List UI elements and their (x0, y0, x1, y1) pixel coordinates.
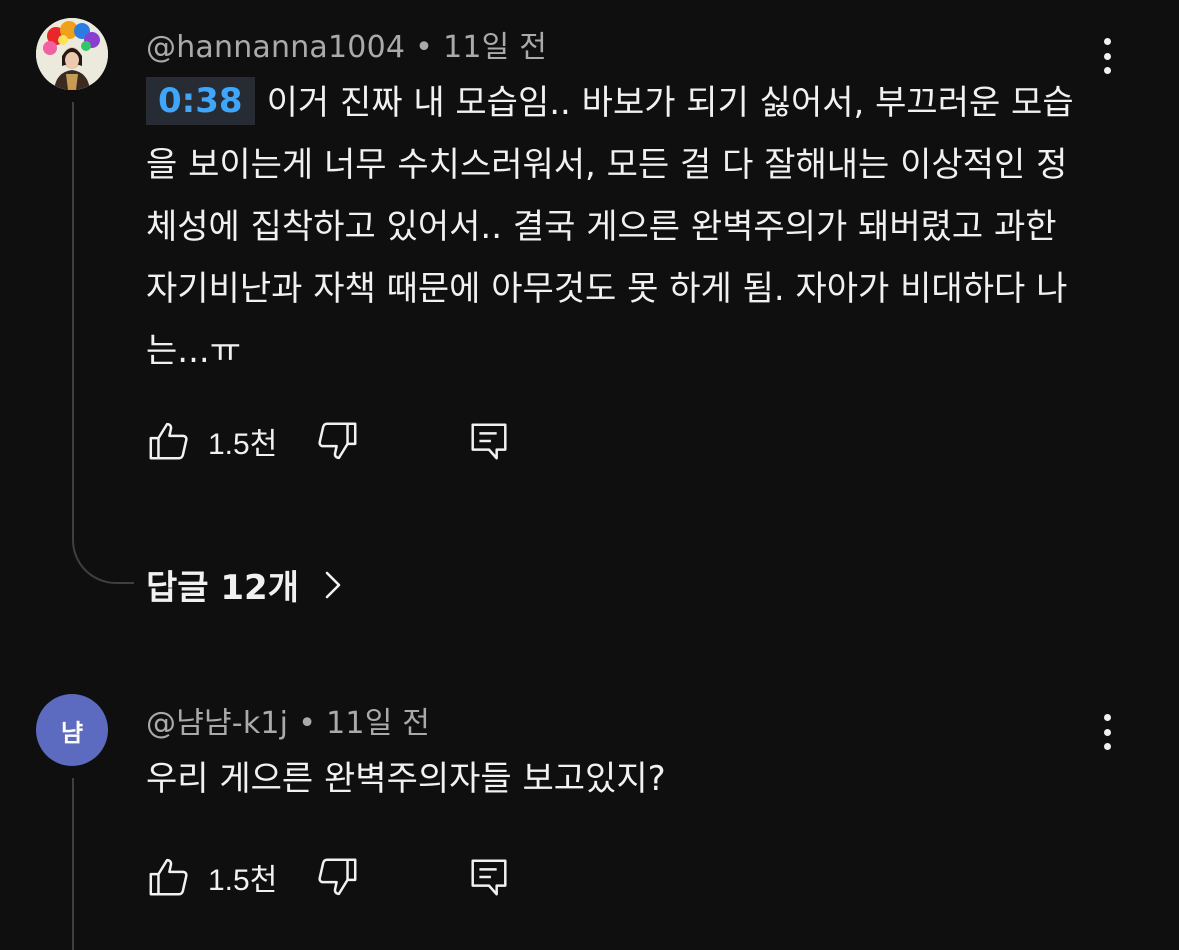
replies-label: 답글 12개 (146, 568, 299, 608)
reply-button[interactable] (466, 854, 512, 904)
comment-text: 이거 진짜 내 모습임.. 바보가 되기 싫어서, 부끄러운 모습을 보이는게 … (146, 83, 1074, 371)
reply-button[interactable] (466, 418, 512, 468)
more-vert-dot (1103, 52, 1111, 60)
author-avatar[interactable] (36, 18, 108, 90)
view-replies-button[interactable]: 답글 12개 (146, 560, 343, 609)
thumb-down-icon (318, 422, 357, 460)
dislike-button[interactable] (314, 854, 360, 904)
like-count: 1.5천 (208, 428, 278, 461)
like-count: 1.5천 (208, 864, 278, 897)
thumb-up-icon (149, 858, 188, 896)
thumb-up-icon (149, 422, 188, 460)
more-vert-icon (1103, 38, 1111, 45)
comment-text-block: 0:38 이거 진짜 내 모습임.. 바보가 되기 싫어서, 부끄러운 모습을 보… (146, 72, 1096, 382)
thread-line (72, 102, 74, 542)
more-options-button[interactable] (1092, 712, 1122, 752)
reply-icon (471, 859, 507, 896)
more-vert-dot (1103, 728, 1111, 736)
like-button[interactable]: 1.5천 (146, 854, 277, 900)
chevron-right-icon (323, 570, 343, 600)
comment-text: 우리 게으른 완벽주의자들 보고있지? (146, 759, 666, 799)
more-options-button[interactable] (1092, 36, 1122, 76)
thread-connector (72, 536, 134, 584)
like-button[interactable]: 1.5천 (146, 418, 277, 464)
comment-text-block: 우리 게으른 완벽주의자들 보고있지? (146, 748, 1096, 810)
comment-meta: @hannanna1004 • 11일 전 (146, 22, 547, 66)
comment-time[interactable]: 11일 전 (326, 706, 430, 741)
more-vert-dot (1103, 743, 1111, 750)
reply-icon (471, 423, 507, 460)
meta-separator: • (415, 30, 434, 65)
author-avatar[interactable]: 냠 (36, 694, 108, 766)
meta-separator: • (298, 706, 317, 741)
avatar-letter: 냠 (60, 718, 84, 747)
comment-actions: 1.5천 (146, 418, 526, 464)
dislike-button[interactable] (314, 418, 360, 468)
comment-time[interactable]: 11일 전 (443, 30, 547, 65)
video-timestamp-link[interactable]: 0:38 (146, 77, 255, 125)
thread-line (72, 778, 74, 950)
comment-author[interactable]: @hannanna1004 (146, 30, 405, 65)
avatar-photo-icon (36, 18, 108, 90)
comment-meta: @냠냠-k1j • 11일 전 (146, 698, 430, 742)
comment-author[interactable]: @냠냠-k1j (146, 706, 288, 741)
more-vert-dot (1103, 67, 1111, 74)
comment-actions: 1.5천 (146, 854, 526, 900)
thumb-down-icon (318, 858, 357, 896)
more-vert-icon (1103, 714, 1111, 721)
